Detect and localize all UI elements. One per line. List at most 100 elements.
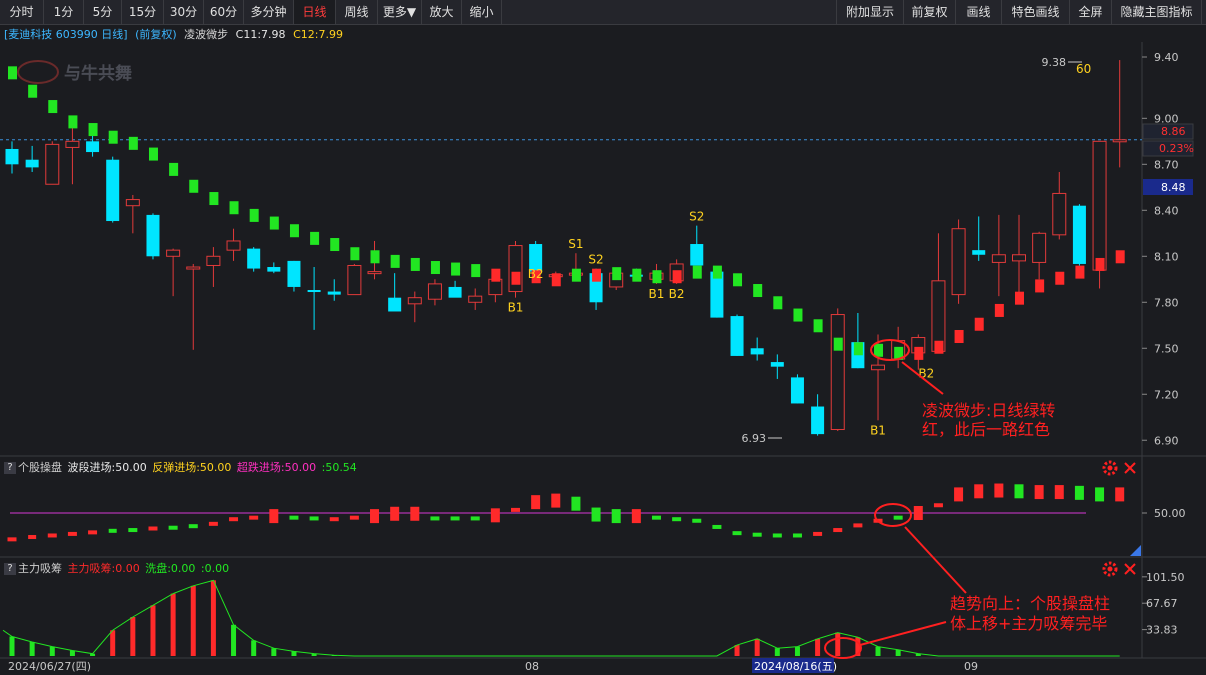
panel3-bar bbox=[774, 648, 780, 656]
panel2-bar bbox=[712, 524, 722, 529]
step-marker bbox=[390, 254, 400, 268]
panel3-tick-label: 33.83 bbox=[1146, 624, 1178, 637]
price-tick-label: 7.20 bbox=[1154, 388, 1179, 401]
step-marker bbox=[269, 216, 279, 230]
candle-body bbox=[690, 244, 704, 266]
panel2-bar bbox=[269, 509, 279, 524]
step-marker bbox=[571, 268, 581, 282]
step-marker bbox=[833, 337, 843, 351]
high-count-label: 60 bbox=[1076, 62, 1091, 76]
panel2-bar bbox=[551, 493, 561, 508]
step-marker bbox=[853, 342, 863, 356]
candle-body bbox=[811, 406, 825, 435]
candle-body bbox=[45, 143, 60, 185]
candle-body bbox=[347, 264, 362, 296]
annotation-circle bbox=[874, 503, 912, 527]
panel2-bar bbox=[309, 516, 319, 521]
step-marker bbox=[813, 319, 823, 333]
candle-body bbox=[951, 228, 966, 296]
price-tick-label: 6.90 bbox=[1154, 434, 1179, 447]
candle-body bbox=[86, 141, 100, 153]
chart-canvas[interactable]: 与牛共舞 9.40 9.00 8.70 8.40 8.10 7.80 7.50 7.20 6.90… bbox=[0, 0, 1206, 675]
panel2-bar bbox=[148, 526, 158, 531]
step-marker bbox=[310, 231, 320, 245]
candle-body bbox=[166, 249, 181, 257]
step-marker bbox=[914, 346, 924, 360]
close-icon[interactable] bbox=[1124, 563, 1136, 575]
panel2-bar bbox=[752, 532, 762, 537]
signal-label: B2 bbox=[918, 367, 934, 381]
panel2-bar bbox=[672, 517, 682, 522]
panel3-bar bbox=[835, 632, 841, 656]
panel3-bar bbox=[754, 638, 760, 656]
corner-resize-icon bbox=[1130, 545, 1141, 556]
step-marker bbox=[632, 268, 642, 282]
panel2-bar bbox=[1074, 485, 1084, 500]
panel2-bar bbox=[853, 523, 863, 528]
panel3-bar bbox=[794, 646, 800, 656]
price-tick-label: 9.40 bbox=[1154, 51, 1179, 64]
step-marker bbox=[289, 224, 299, 238]
panel2-bar bbox=[813, 531, 823, 536]
step-marker bbox=[712, 265, 722, 279]
step-marker bbox=[1115, 250, 1125, 264]
price-tick-label: 7.50 bbox=[1154, 342, 1179, 355]
panel2-bar bbox=[833, 528, 843, 533]
signal-label: B2 bbox=[669, 287, 685, 301]
panel3-bar bbox=[150, 605, 156, 656]
step-marker bbox=[753, 284, 763, 298]
panel2-bar bbox=[128, 528, 138, 533]
candle-body bbox=[388, 297, 402, 312]
candle-body bbox=[730, 316, 744, 356]
candle-body bbox=[5, 148, 19, 165]
candle-body bbox=[1112, 139, 1127, 143]
panel3-bar bbox=[734, 645, 740, 656]
panel2-bar bbox=[329, 517, 339, 522]
date-label: 09 bbox=[964, 660, 978, 673]
candle-body bbox=[226, 240, 241, 251]
annotation-arrow bbox=[859, 621, 947, 646]
panel3-tick-label: 67.67 bbox=[1146, 597, 1178, 610]
annotation-text: 红，此后一路红色 bbox=[922, 420, 1050, 439]
candle-body bbox=[186, 266, 201, 270]
gear-icon[interactable] bbox=[1102, 460, 1118, 476]
price-tick-label: 9.00 bbox=[1154, 112, 1179, 125]
panel2-bar bbox=[1095, 487, 1105, 502]
low-price-label: 6.93 bbox=[742, 432, 767, 445]
step-marker bbox=[108, 130, 118, 144]
step-marker bbox=[672, 270, 682, 284]
current-price-label: 8.86 bbox=[1161, 125, 1186, 138]
step-marker bbox=[994, 303, 1004, 317]
panel3-bar bbox=[875, 646, 881, 656]
close-icon[interactable] bbox=[1124, 462, 1136, 474]
step-marker bbox=[330, 238, 340, 252]
panel2-bar bbox=[591, 507, 601, 522]
price-tick-label: 7.80 bbox=[1154, 296, 1179, 309]
signal-label: B1 bbox=[649, 287, 665, 301]
step-marker bbox=[128, 136, 138, 150]
panel2-bar bbox=[450, 516, 460, 521]
candle-body bbox=[1052, 192, 1067, 236]
candle-body bbox=[407, 297, 422, 305]
candle-body bbox=[25, 159, 39, 168]
panel2-bar bbox=[208, 521, 218, 526]
panel2-bar bbox=[994, 483, 1004, 498]
panel2-bar bbox=[772, 533, 782, 538]
step-marker bbox=[28, 84, 38, 98]
signal-label: B1 bbox=[870, 423, 886, 437]
gear-icon[interactable] bbox=[1102, 561, 1118, 577]
panel2-bar bbox=[651, 515, 661, 520]
step-marker bbox=[1015, 291, 1024, 305]
candle-body bbox=[307, 290, 321, 293]
step-marker bbox=[592, 268, 602, 282]
candle-body bbox=[790, 377, 804, 404]
panel2-bar bbox=[430, 516, 440, 521]
panel2-bar bbox=[531, 495, 541, 510]
step-marker bbox=[1095, 257, 1105, 271]
date-label: 08 bbox=[525, 660, 539, 673]
annotation-text: 体上移+主力吸筹完毕 bbox=[950, 614, 1107, 633]
panel3-tick-label: 101.50 bbox=[1146, 571, 1185, 584]
panel2-bar bbox=[88, 530, 98, 535]
step-marker bbox=[934, 340, 944, 354]
panel2-bar bbox=[611, 509, 621, 524]
